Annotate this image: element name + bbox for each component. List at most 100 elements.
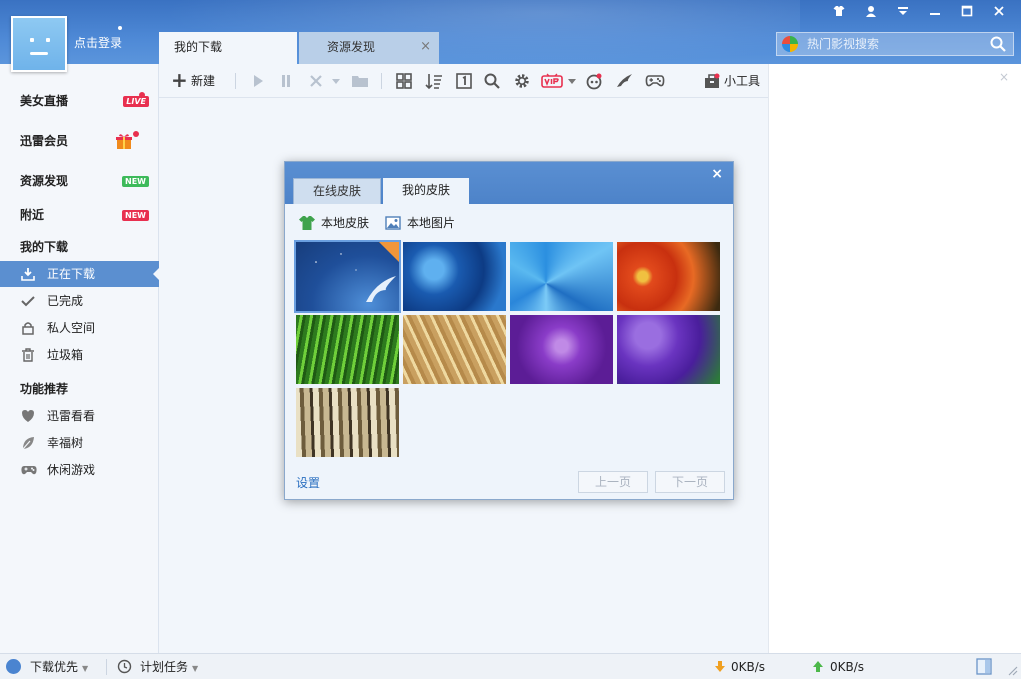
download-speed-icon — [715, 661, 725, 672]
search-box — [776, 32, 1014, 56]
upload-speed: 0KB/s — [830, 660, 865, 674]
user-icon[interactable] — [855, 2, 887, 24]
maximize-icon[interactable] — [951, 2, 983, 24]
avatar-eye — [30, 38, 34, 42]
section-my-downloads: 我的下载 — [20, 240, 69, 254]
toolbar: + 新建 小工具 — [159, 64, 768, 98]
skin-thumbnail-lilac[interactable] — [617, 315, 720, 384]
sidebar-item-label: 附近 — [20, 208, 45, 222]
checkmark-icon — [21, 296, 35, 307]
search-icon[interactable] — [483, 72, 501, 90]
sidebar-item-label: 迅雷看看 — [47, 409, 96, 423]
live-badge: LIVE — [123, 96, 149, 107]
toolbox-icon — [704, 73, 720, 88]
image-icon — [385, 216, 401, 230]
toolbar-divider — [235, 73, 236, 89]
sidebar-item-label: 已完成 — [47, 294, 84, 308]
gear-icon[interactable] — [513, 72, 531, 90]
panel-toggle-icon[interactable] — [976, 658, 992, 675]
statusbar-divider — [106, 659, 107, 675]
chevron-down-icon: ▼ — [82, 664, 89, 673]
tab-my-skins[interactable]: 我的皮肤 — [383, 178, 469, 204]
scheduled-tasks-dropdown[interactable]: 计划任务 ▼ — [140, 658, 198, 676]
search-input[interactable] — [807, 35, 982, 53]
sidebar-item-private-space[interactable]: 私人空间 — [0, 315, 159, 341]
download-priority-dropdown[interactable]: 下载优先 ▼ — [30, 658, 88, 676]
menu-icon[interactable] — [887, 2, 919, 24]
sidebar-item-casual-games[interactable]: 休闲游戏 — [0, 457, 159, 483]
skin-icon[interactable] — [823, 2, 855, 24]
download-speed: 0KB/s — [731, 660, 766, 674]
close-icon[interactable] — [983, 2, 1015, 24]
dialog-close-icon[interactable]: × — [711, 166, 723, 182]
sidebar-item-trash[interactable]: 垃圾箱 — [0, 342, 159, 368]
toolbar-divider — [381, 73, 382, 89]
tab-my-downloads[interactable]: 我的下载 — [159, 32, 297, 64]
skin-thumbnail-purple-drops[interactable] — [510, 315, 613, 384]
skin-thumbnail-default[interactable] — [294, 240, 401, 313]
skin-thumbnail-red-flower[interactable] — [617, 242, 720, 311]
tab-label: 我的下载 — [174, 40, 223, 54]
chevron-down-icon[interactable] — [567, 72, 577, 90]
mascot-icon[interactable] — [585, 72, 603, 90]
local-skin-button[interactable]: 本地皮肤 — [299, 214, 369, 232]
sidebar-item-happy-tree[interactable]: 幸福树 — [0, 430, 159, 456]
sidebar-item-label: 迅雷会员 — [20, 134, 69, 148]
sidebar-item-label: 私人空间 — [47, 321, 96, 335]
panel-close-icon[interactable]: × — [999, 70, 1009, 84]
play-icon[interactable] — [249, 72, 267, 90]
tab-resource-discovery[interactable]: 资源发现 × — [299, 32, 439, 64]
vip-icon[interactable] — [541, 72, 563, 90]
next-page-button[interactable]: 下一页 — [655, 471, 725, 493]
right-panel: × — [768, 64, 1021, 653]
skin-thumbnail-blue-spiral[interactable] — [510, 242, 613, 311]
sidebar-item-label: 资源发现 — [20, 174, 69, 188]
leaf-icon — [22, 437, 34, 450]
tools-button[interactable]: 小工具 — [704, 71, 760, 91]
single-task-icon[interactable] — [455, 72, 473, 90]
sidebar-item-resources[interactable]: 资源发现 NEW — [0, 168, 159, 194]
sidebar-item-vip[interactable]: 迅雷会员 — [0, 128, 159, 154]
skin-thumbnail-water-drops[interactable] — [403, 242, 506, 311]
sidebar-item-downloading[interactable]: 正在下载 — [0, 261, 160, 287]
login-link[interactable]: 点击登录 — [74, 34, 122, 51]
avatar[interactable] — [11, 16, 67, 72]
local-skin-label: 本地皮肤 — [321, 216, 370, 230]
bird-icon[interactable] — [615, 72, 633, 90]
sidebar-item-label: 美女直播 — [20, 94, 69, 108]
new-task-button[interactable]: + 新建 — [171, 70, 215, 91]
sidebar-item-xunlei-kankan[interactable]: 迅雷看看 — [0, 403, 159, 429]
skin-thumbnail-green-grass[interactable] — [296, 315, 399, 384]
login-indicator-dot — [118, 26, 122, 30]
folder-icon[interactable] — [351, 72, 369, 90]
sidebar-item-label: 休闲游戏 — [47, 463, 96, 477]
tab-online-skins[interactable]: 在线皮肤 — [293, 178, 381, 204]
skin-thumbnail-bamboo[interactable] — [296, 388, 399, 457]
avatar-eye — [46, 38, 50, 42]
gamepad-icon[interactable] — [645, 72, 665, 90]
skin-dialog: 在线皮肤 我的皮肤 × 本地皮肤 本地图片 设置 上一页 下一页 — [284, 161, 734, 500]
section-recommended: 功能推荐 — [20, 382, 69, 396]
notification-dot — [133, 131, 139, 137]
selected-corner-badge — [379, 242, 399, 262]
settings-link[interactable]: 设置 — [296, 474, 320, 491]
skin-thumbnail-golden-grass[interactable] — [403, 315, 506, 384]
grid-view-icon[interactable] — [395, 72, 413, 90]
delete-icon[interactable] — [307, 72, 325, 90]
sidebar-item-live[interactable]: 美女直播 LIVE — [0, 88, 159, 114]
tab-close-icon[interactable]: × — [420, 32, 431, 62]
trash-icon — [22, 348, 34, 362]
minimize-icon[interactable] — [919, 2, 951, 24]
pause-icon[interactable] — [277, 72, 295, 90]
prev-page-button[interactable]: 上一页 — [578, 471, 648, 493]
download-icon — [21, 268, 35, 281]
search-icon[interactable] — [989, 35, 1007, 53]
resize-grip-icon[interactable] — [1004, 662, 1018, 676]
sort-icon[interactable] — [425, 72, 443, 90]
tab-label: 资源发现 — [327, 40, 376, 54]
sidebar-item-nearby[interactable]: 附近 NEW — [0, 202, 159, 228]
sidebar-item-completed[interactable]: 已完成 — [0, 288, 159, 314]
local-image-button[interactable]: 本地图片 — [385, 214, 455, 232]
status-bar: 下载优先 ▼ 计划任务 ▼ 0KB/s 0KB/s — [0, 653, 1021, 679]
chevron-down-icon[interactable] — [331, 72, 341, 90]
